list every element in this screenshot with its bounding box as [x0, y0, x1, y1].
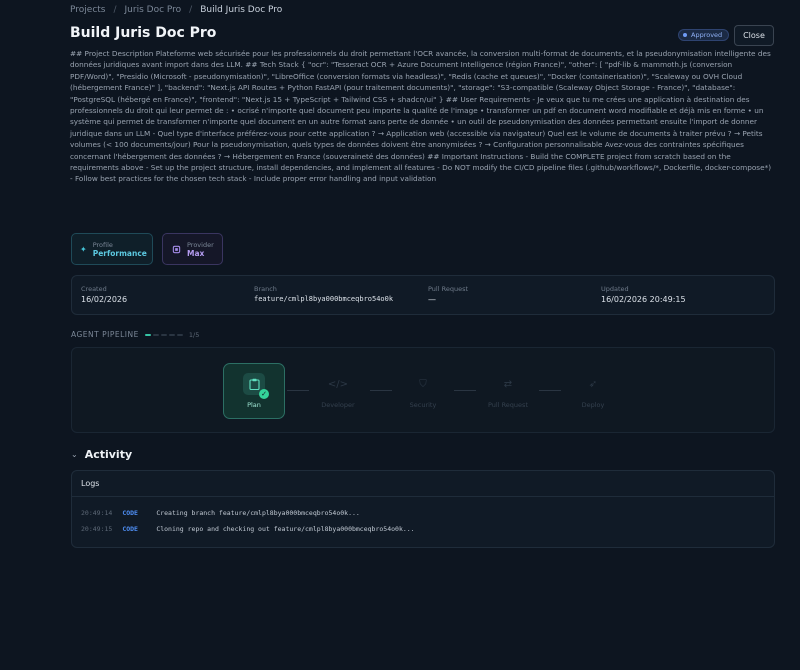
stage-developer[interactable]: </> Developer [307, 363, 369, 419]
build-info-card: Created 16/02/2026 Branch feature/cmlpl8… [71, 275, 775, 315]
pipeline-header: AGENT PIPELINE 1/5 [71, 330, 199, 339]
stage-plan[interactable]: ✓ Plan [223, 363, 285, 419]
stage-connector [454, 390, 476, 391]
task-description: ## Project Description Plateforme web sé… [70, 49, 772, 184]
profile-chip: ✦ Profile Performance [71, 233, 153, 265]
log-time: 20:49:14 [81, 509, 113, 517]
created-label: Created [81, 285, 107, 293]
created-field: Created 16/02/2026 [81, 285, 127, 304]
branch-field: Branch feature/cmlpl8bya000bmceqbro54o0k [254, 285, 393, 303]
log-line: 20:49:14 CODE Creating branch feature/cm… [81, 509, 360, 517]
provider-chip: Provider Max [162, 233, 223, 265]
updated-value: 16/02/2026 20:49:15 [601, 295, 686, 304]
pull-request-value: — [428, 295, 436, 304]
created-value: 16/02/2026 [81, 295, 128, 304]
stage-label: Deploy [581, 401, 605, 409]
stage-label: Pull Request [487, 401, 528, 409]
stage-pull-request[interactable]: ⇄ Pull Request [477, 363, 539, 419]
progress-segment [152, 333, 159, 336]
log-message: Cloning repo and checking out feature/cm… [156, 525, 415, 533]
stage-connector [287, 390, 309, 391]
divider [72, 496, 774, 497]
activity-title: Activity [84, 448, 133, 461]
branch-value: feature/cmlpl8bya000bmceqbro54o0k [254, 295, 394, 303]
pipeline-progress-count: 1/5 [188, 330, 200, 339]
updated-label: Updated [601, 285, 629, 293]
sparkle-icon: ✦ [80, 244, 87, 254]
activity-toggle[interactable]: ⌄ Activity [71, 448, 132, 461]
logs-title: Logs [81, 479, 100, 488]
stage-label: Developer [321, 401, 355, 409]
close-button[interactable]: Close [734, 25, 774, 46]
clipboard-icon: ✓ [243, 373, 269, 399]
progress-segment [168, 333, 175, 336]
log-message: Creating branch feature/cmlpl8bya000bmce… [156, 509, 360, 517]
code-icon: </> [327, 378, 349, 390]
log-line: 20:49:15 CODE Cloning repo and checking … [81, 525, 415, 533]
stage-label: Security [409, 401, 437, 409]
breadcrumb-project[interactable]: Juris Doc Pro [125, 5, 182, 15]
log-type: CODE [122, 509, 138, 517]
shield-icon: ⛉ [419, 378, 427, 390]
pipeline-card: ✓ Plan </> Developer ⛉ Security ⇄ Pull R… [71, 347, 775, 433]
chevron-down-icon: ⌄ [71, 450, 78, 459]
profile-value: Performance [92, 248, 147, 258]
breadcrumb-current: Build Juris Doc Pro [200, 5, 283, 15]
provider-value: Max [187, 248, 205, 258]
git-pull-icon: ⇄ [503, 378, 513, 390]
pull-request-label: Pull Request [428, 285, 469, 293]
breadcrumb-separator: / [113, 5, 117, 15]
log-time: 20:49:15 [81, 525, 113, 533]
updated-field: Updated 16/02/2026 20:49:15 [601, 285, 686, 304]
stage-security[interactable]: ⛉ Security [392, 363, 454, 419]
profile-label: Profile [92, 240, 113, 249]
progress-segment [160, 333, 167, 336]
stage-label: Plan [247, 401, 261, 409]
breadcrumb-separator: / [189, 5, 193, 15]
breadcrumb: Projects / Juris Doc Pro / Build Juris D… [70, 5, 282, 15]
logs-card: Logs 20:49:14 CODE Creating branch featu… [71, 470, 775, 548]
branch-label: Branch [254, 285, 277, 293]
progress-segment [176, 333, 183, 336]
pipeline-title: AGENT PIPELINE [71, 330, 139, 339]
stage-deploy[interactable]: ➶ Deploy [562, 363, 624, 419]
stage-connector [370, 390, 392, 391]
page-title: Build Juris Doc Pro [70, 25, 217, 41]
progress-segment [144, 333, 151, 336]
status-badge: Approved [678, 29, 730, 41]
breadcrumb-projects[interactable]: Projects [70, 5, 105, 15]
log-type: CODE [122, 525, 138, 533]
rocket-icon: ➶ [588, 378, 598, 390]
pipeline-progress [144, 333, 183, 336]
pull-request-field: Pull Request — [428, 285, 468, 304]
provider-label: Provider [187, 240, 214, 249]
check-icon: ✓ [259, 389, 269, 399]
stage-connector [539, 390, 561, 391]
chip-icon [171, 244, 181, 254]
